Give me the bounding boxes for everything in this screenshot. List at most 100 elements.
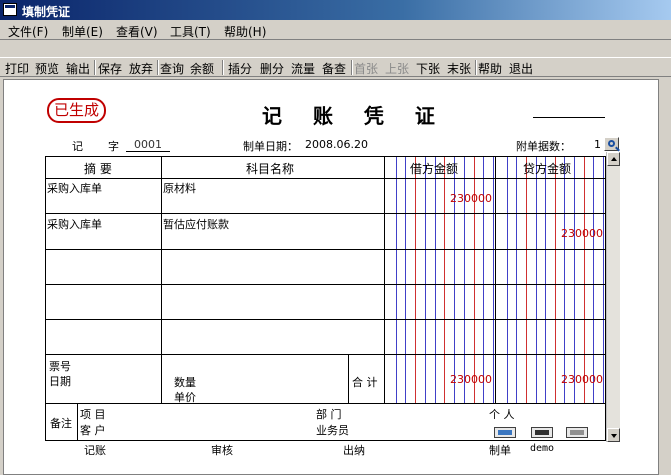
grid-line bbox=[161, 156, 162, 403]
voucher-title: 记 账 凭 证 bbox=[262, 104, 447, 128]
next-voucher-button[interactable]: 下张 bbox=[416, 60, 440, 77]
grid-line bbox=[45, 403, 618, 404]
cashier-label: 出纳 bbox=[343, 444, 365, 457]
amount-digit-line bbox=[405, 156, 406, 403]
attachments-label: 附单据数： bbox=[516, 140, 571, 153]
help-button[interactable]: 帮助 bbox=[478, 60, 502, 77]
maker-label: 制单 bbox=[489, 444, 511, 457]
amount-digit-line bbox=[555, 156, 556, 403]
salesperson-label[interactable]: 业务员 bbox=[316, 422, 349, 438]
first-voucher-button[interactable]: 首张 bbox=[354, 60, 378, 77]
toolbar-separator bbox=[351, 60, 353, 75]
grid-line bbox=[45, 354, 618, 355]
customer-label[interactable]: 客 户 bbox=[80, 422, 106, 438]
toolbar-separator bbox=[94, 60, 96, 75]
auditor-label: 审核 bbox=[211, 444, 233, 457]
menu-help[interactable]: 帮助(H) bbox=[224, 23, 266, 40]
grid-line bbox=[45, 178, 618, 179]
discard-button[interactable]: 放弃 bbox=[129, 60, 153, 77]
grid-line bbox=[45, 440, 618, 441]
print-button[interactable]: 打印 bbox=[5, 60, 29, 77]
window-title: 填制凭证 bbox=[22, 5, 71, 19]
amount-digit-line bbox=[584, 156, 585, 403]
delete-line-button[interactable]: 删分 bbox=[260, 60, 284, 77]
grid-line bbox=[77, 403, 78, 440]
generated-stamp: 已生成 bbox=[47, 98, 106, 123]
account-column-header: 科目名称 bbox=[246, 162, 295, 176]
magnifier-icon bbox=[608, 140, 615, 147]
row1-summary[interactable]: 采购入库单 bbox=[47, 180, 102, 196]
balance-button[interactable]: 余额 bbox=[190, 60, 214, 77]
memo-button[interactable]: 备查 bbox=[322, 60, 346, 77]
grid-line bbox=[45, 319, 618, 320]
attachments-count[interactable]: 1 bbox=[594, 138, 601, 151]
save-button[interactable]: 保存 bbox=[98, 60, 122, 77]
amount-digit-line bbox=[603, 156, 604, 403]
maker-name: demo bbox=[530, 443, 555, 454]
row2-account[interactable]: 暂估应付账款 bbox=[163, 216, 229, 232]
grid-line bbox=[384, 156, 385, 403]
query-button[interactable]: 查询 bbox=[160, 60, 184, 77]
amount-digit-line bbox=[516, 156, 517, 403]
bill-date-label: 日期 bbox=[49, 375, 71, 388]
voucher-type[interactable]: 记 bbox=[72, 138, 83, 154]
person-label[interactable]: 个 人 bbox=[489, 406, 515, 422]
amount-digit-line bbox=[493, 156, 494, 403]
last-voucher-button[interactable]: 末张 bbox=[447, 60, 471, 77]
grid-line bbox=[45, 213, 618, 214]
row2-summary[interactable]: 采购入库单 bbox=[47, 216, 102, 232]
amount-digit-line bbox=[574, 156, 575, 403]
vertical-scrollbar[interactable] bbox=[606, 152, 620, 442]
bookkeeper-label: 记账 bbox=[84, 444, 106, 457]
attachment-lookup-button[interactable] bbox=[604, 137, 619, 151]
amount-digit-line bbox=[593, 156, 594, 403]
row1-account[interactable]: 原材料 bbox=[163, 180, 196, 196]
amount-digit-line bbox=[415, 156, 416, 403]
credit-total: 230000 bbox=[561, 373, 603, 386]
menu-voucher[interactable]: 制单(E) bbox=[62, 23, 103, 40]
number-label: 字 bbox=[108, 140, 119, 153]
grid-line bbox=[348, 354, 349, 403]
scroll-up-icon[interactable] bbox=[607, 152, 620, 166]
insert-line-button[interactable]: 插分 bbox=[228, 60, 252, 77]
menu-view[interactable]: 查看(V) bbox=[116, 23, 158, 40]
export-button[interactable]: 输出 bbox=[66, 60, 90, 77]
amount-digit-line bbox=[564, 156, 565, 403]
menu-bar: 文件(F) 制单(E) 查看(V) 工具(T) 帮助(H) bbox=[0, 20, 671, 40]
card-icon[interactable] bbox=[494, 427, 516, 438]
title-bar: 填制凭证 bbox=[0, 0, 671, 20]
toolbar-separator bbox=[475, 60, 477, 75]
amount-digit-line bbox=[396, 156, 397, 403]
previous-voucher-button[interactable]: 上张 bbox=[385, 60, 409, 77]
department-label[interactable]: 部 门 bbox=[316, 406, 342, 422]
grid-line bbox=[495, 156, 496, 403]
summary-column-header: 摘 要 bbox=[84, 162, 112, 176]
menu-file[interactable]: 文件(F) bbox=[8, 23, 48, 40]
bill-number-label: 票号 bbox=[49, 360, 71, 373]
row1-debit[interactable]: 230000 bbox=[440, 192, 492, 205]
toolbar-separator bbox=[157, 60, 159, 75]
toolbar: 打印 预览 输出 保存 放弃 查询 余额 插分 删分 流量 备查 首张 上张 下… bbox=[0, 57, 671, 77]
grid-line bbox=[45, 156, 46, 440]
title-underline bbox=[533, 117, 605, 118]
app-icon bbox=[3, 3, 17, 16]
amount-digit-line bbox=[526, 156, 527, 403]
amount-digit-line bbox=[435, 156, 436, 403]
grid-line bbox=[45, 249, 618, 250]
preview-button[interactable]: 预览 bbox=[35, 60, 59, 77]
keyboard-icon[interactable] bbox=[566, 427, 588, 438]
project-label[interactable]: 项 目 bbox=[80, 406, 106, 422]
amount-digit-line bbox=[536, 156, 537, 403]
amount-digit-line bbox=[545, 156, 546, 403]
exit-button[interactable]: 退出 bbox=[509, 60, 533, 77]
menu-tools[interactable]: 工具(T) bbox=[170, 23, 211, 40]
voucher-number[interactable]: 0001 bbox=[126, 138, 170, 152]
cash-flow-button[interactable]: 流量 bbox=[291, 60, 315, 77]
credit-column-header: 贷方金额 bbox=[523, 162, 572, 176]
grid-line bbox=[45, 284, 618, 285]
voucher-date[interactable]: 2008.06.20 bbox=[305, 138, 368, 151]
monitor-icon[interactable] bbox=[531, 427, 553, 438]
scroll-down-icon[interactable] bbox=[607, 428, 620, 442]
debit-column-header: 借方金额 bbox=[410, 162, 459, 176]
row2-credit[interactable]: 230000 bbox=[551, 227, 603, 240]
